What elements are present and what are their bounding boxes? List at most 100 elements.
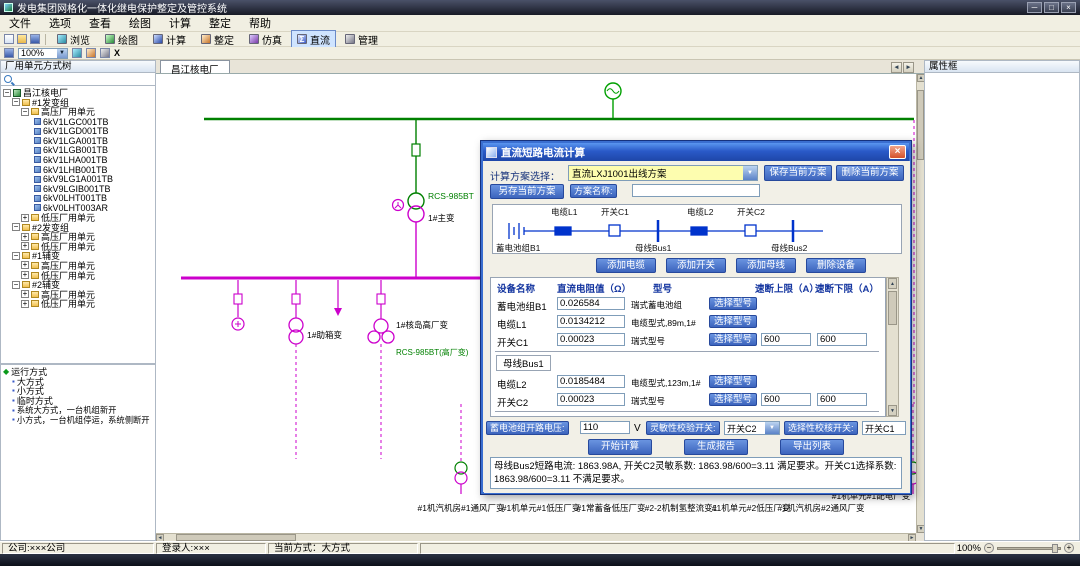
table-scrollbar[interactable]: ▲ ▼ bbox=[886, 277, 899, 417]
tree-item-leaf[interactable]: 6kV1LGC001TB bbox=[1, 117, 155, 127]
delete-scheme-button[interactable]: 删除当前方案 bbox=[836, 165, 904, 181]
run-mode-item[interactable]: ▪系统大方式，一台机组新开 bbox=[1, 405, 155, 415]
run-mode-root[interactable]: ◆运行方式 bbox=[1, 367, 155, 377]
selectivity-combobox[interactable]: 开关C1 bbox=[862, 421, 906, 435]
tab-scroll-left-icon[interactable]: ◄ bbox=[891, 62, 902, 73]
start-calc-button[interactable]: 开始计算 bbox=[588, 439, 652, 455]
run-mode-item[interactable]: ▪小方式 bbox=[1, 386, 155, 396]
fit-view-icon[interactable] bbox=[4, 48, 14, 58]
tree-item-lv-unit[interactable]: +低压厂用单元 bbox=[1, 213, 155, 223]
vertical-scroll-thumb[interactable] bbox=[917, 90, 924, 160]
expand-icon[interactable]: + bbox=[21, 271, 29, 279]
expand-icon[interactable]: + bbox=[21, 290, 29, 298]
tab-plant[interactable]: 昌江核电厂 bbox=[160, 60, 230, 73]
menu-file[interactable]: 文件 bbox=[0, 14, 40, 32]
scheme-dropdown-icon[interactable]: ▼ bbox=[743, 166, 757, 180]
tree-item-hv-unit[interactable]: +高压厂用单元 bbox=[1, 261, 155, 271]
draw-button[interactable]: 绘图 bbox=[99, 30, 144, 49]
table-scroll-up-icon[interactable]: ▲ bbox=[888, 278, 897, 289]
upper-limit-input[interactable] bbox=[761, 333, 811, 346]
save-icon[interactable] bbox=[30, 34, 40, 44]
tree-item-leaf[interactable]: 6kV1LHB001TB bbox=[1, 165, 155, 175]
tree-item-leaf[interactable]: 6kV1LGA001TB bbox=[1, 136, 155, 146]
pan-icon[interactable] bbox=[72, 48, 82, 58]
resistance-input[interactable] bbox=[557, 315, 625, 328]
tree-item-aux1[interactable]: −#1辅变 bbox=[1, 251, 155, 261]
tree-item-lv-unit[interactable]: +低压厂用单元 bbox=[1, 270, 155, 280]
tree-item-leaf[interactable]: 6kV1LGB001TB bbox=[1, 146, 155, 156]
select-icon[interactable] bbox=[100, 48, 110, 58]
minimize-button[interactable]: ─ bbox=[1027, 2, 1042, 13]
upper-limit-input[interactable] bbox=[761, 393, 811, 406]
tree-item-unit1[interactable]: −#1发变组 bbox=[1, 98, 155, 108]
add-bus-button[interactable]: 添加母线 bbox=[736, 258, 796, 273]
zoom-slider[interactable] bbox=[997, 547, 1061, 550]
collapse-icon[interactable]: − bbox=[21, 108, 29, 116]
open-folder-icon[interactable] bbox=[17, 34, 27, 44]
resistance-input[interactable] bbox=[557, 375, 625, 388]
table-scroll-down-icon[interactable]: ▼ bbox=[888, 405, 897, 416]
expand-icon[interactable]: + bbox=[21, 214, 29, 222]
zoom-dropdown-icon[interactable]: ▼ bbox=[57, 49, 67, 58]
resistance-input[interactable] bbox=[557, 393, 625, 406]
tree-item-leaf[interactable]: 6kV9LGIB001TB bbox=[1, 184, 155, 194]
lower-limit-input[interactable] bbox=[817, 333, 867, 346]
search-icon[interactable] bbox=[4, 75, 12, 83]
tree-item-aux2[interactable]: −#2辅变 bbox=[1, 280, 155, 290]
resistance-input[interactable] bbox=[557, 333, 625, 346]
tab-scroll-right-icon[interactable]: ► bbox=[903, 62, 914, 73]
table-scroll-thumb[interactable] bbox=[888, 291, 897, 325]
dc-button[interactable]: Σ直流 bbox=[291, 30, 336, 49]
run-mode-item[interactable]: ▪小方式，一台机组停运，系统侧断开 bbox=[1, 415, 155, 425]
run-mode-item[interactable]: ▪临时方式 bbox=[1, 396, 155, 406]
calc-button[interactable]: 计算 bbox=[147, 30, 192, 49]
manage-button[interactable]: 管理 bbox=[339, 30, 384, 49]
tree-item-leaf[interactable]: 6kV9LG1A001TB bbox=[1, 174, 155, 184]
simulation-button[interactable]: 仿真 bbox=[243, 30, 288, 49]
dialog-close-button[interactable]: × bbox=[889, 145, 906, 159]
tree-item-lv-unit[interactable]: +低压厂用单元 bbox=[1, 299, 155, 309]
collapse-icon[interactable]: − bbox=[3, 89, 11, 97]
collapse-icon[interactable]: − bbox=[12, 252, 20, 260]
setting-button[interactable]: 整定 bbox=[195, 30, 240, 49]
tree-item-unit2[interactable]: −#2发变组 bbox=[1, 222, 155, 232]
clear-x-button[interactable]: X bbox=[114, 48, 120, 58]
zoom-slider-thumb[interactable] bbox=[1052, 544, 1058, 553]
new-file-icon[interactable] bbox=[4, 34, 14, 44]
save-as-button[interactable]: 另存当前方案 bbox=[490, 184, 564, 199]
tree-item-hv-unit[interactable]: +高压厂用单元 bbox=[1, 289, 155, 299]
dialog-title-bar[interactable]: 直流短路电流计算 × bbox=[483, 143, 909, 161]
tree-item-leaf[interactable]: 6kV0LHT003AR bbox=[1, 203, 155, 213]
scheme-name-input[interactable] bbox=[632, 184, 760, 197]
add-cable-button[interactable]: 添加电缆 bbox=[596, 258, 656, 273]
open-voltage-input[interactable] bbox=[580, 421, 630, 434]
run-mode-item[interactable]: ▪大方式 bbox=[1, 377, 155, 387]
horizontal-scroll-thumb[interactable] bbox=[176, 534, 296, 541]
close-button[interactable]: × bbox=[1061, 2, 1076, 13]
sensitivity-dropdown-icon[interactable]: ▼ bbox=[765, 422, 779, 434]
generate-report-button[interactable]: 生成报告 bbox=[684, 439, 748, 455]
tree-item-leaf[interactable]: 6kV1LGD001TB bbox=[1, 126, 155, 136]
zoom-combo[interactable]: 100% ▼ bbox=[18, 48, 68, 59]
resistance-input[interactable] bbox=[557, 297, 625, 310]
zoom-in-button[interactable]: + bbox=[1064, 543, 1074, 553]
expand-icon[interactable]: + bbox=[21, 233, 29, 241]
tree-item-plant[interactable]: −昌江核电厂 bbox=[1, 88, 155, 98]
collapse-icon[interactable]: − bbox=[12, 98, 20, 106]
select-model-button[interactable]: 选择型号 bbox=[709, 393, 757, 406]
delete-device-button[interactable]: 删除设备 bbox=[806, 258, 866, 273]
maximize-button[interactable]: □ bbox=[1044, 2, 1059, 13]
sensitivity-combobox[interactable]: 开关C2 ▼ bbox=[724, 421, 780, 435]
save-scheme-button[interactable]: 保存当前方案 bbox=[764, 165, 832, 181]
add-switch-button[interactable]: 添加开关 bbox=[666, 258, 726, 273]
collapse-icon[interactable]: − bbox=[12, 223, 20, 231]
browse-button[interactable]: 浏览 bbox=[51, 30, 96, 49]
lower-limit-input[interactable] bbox=[817, 393, 867, 406]
move-icon[interactable] bbox=[86, 48, 96, 58]
select-model-button[interactable]: 选择型号 bbox=[709, 315, 757, 328]
tree-item-hv-unit[interactable]: +高压厂用单元 bbox=[1, 232, 155, 242]
zoom-out-button[interactable]: − bbox=[984, 543, 994, 553]
collapse-icon[interactable]: − bbox=[12, 281, 20, 289]
select-model-button[interactable]: 选择型号 bbox=[709, 297, 757, 310]
expand-icon[interactable]: + bbox=[21, 242, 29, 250]
